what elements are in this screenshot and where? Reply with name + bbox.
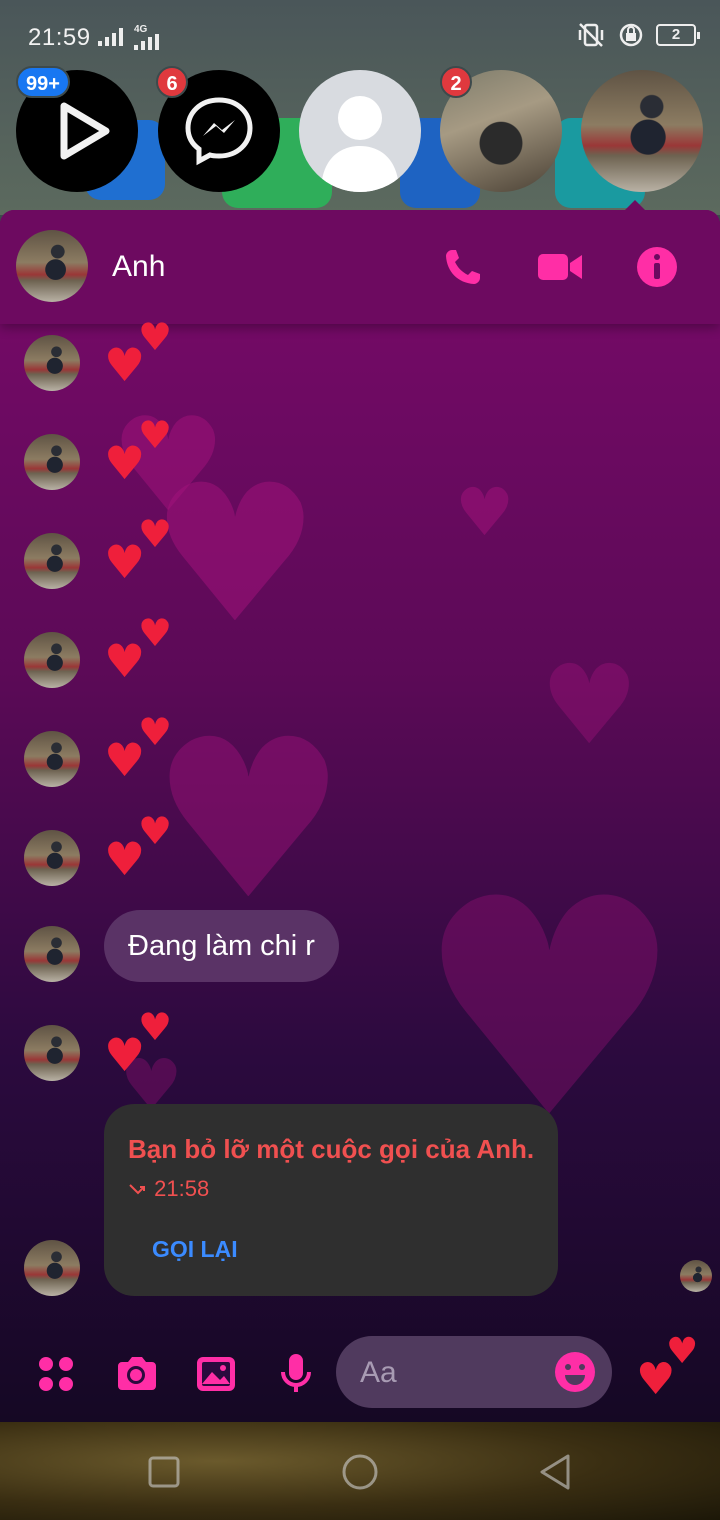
call-back-button[interactable]: GỌI LẠI — [152, 1236, 238, 1263]
sender-avatar[interactable] — [24, 731, 80, 787]
heart-icon: ♥ — [138, 413, 173, 457]
sender-avatar[interactable] — [24, 926, 80, 982]
default-avatar-icon — [321, 96, 399, 192]
sender-avatar[interactable] — [24, 335, 80, 391]
sender-avatar[interactable] — [24, 1025, 80, 1081]
heart-icon: ♥ — [138, 611, 173, 655]
sender-avatar[interactable] — [24, 830, 80, 886]
phone-icon[interactable] — [438, 242, 488, 292]
rotation-lock-icon — [619, 23, 643, 47]
heart-send-icon[interactable]: ♥ ♥ — [634, 1334, 704, 1410]
gallery-icon[interactable] — [194, 1352, 238, 1396]
heart-icon: ♥ — [138, 1005, 173, 1049]
missed-call-time: 21:58 — [128, 1176, 209, 1202]
heart-message[interactable]: ♥ ♥ — [104, 416, 184, 498]
sender-avatar[interactable] — [24, 632, 80, 688]
heart-icon: ♥ — [666, 1331, 699, 1372]
heart-message[interactable]: ♥ ♥ — [104, 1008, 184, 1090]
vibrate-icon — [578, 23, 604, 47]
contact-avatar[interactable] — [16, 230, 88, 302]
sender-avatar[interactable] — [24, 1240, 80, 1296]
chat-head-badge-1: 99+ — [16, 66, 70, 98]
signal-icon-2 — [134, 30, 159, 50]
navigation-bar — [0, 1422, 720, 1520]
heart-message[interactable]: ♥ ♥ — [104, 318, 184, 400]
heart-icon: ♥ — [138, 809, 173, 853]
missed-call-time-text: 21:58 — [154, 1176, 210, 1201]
sender-avatar[interactable] — [24, 434, 80, 490]
heart-icon: ♥ — [138, 315, 173, 359]
status-time: 21:59 — [28, 24, 91, 51]
camera-icon[interactable] — [114, 1352, 158, 1396]
video-call-icon[interactable] — [535, 242, 585, 292]
chat-window: ♥ ♥ ♥ ♥ ♥ ♥ ♥ Anh ♥ ♥ ♥ ♥ ♥ ♥ ♥ ♥ ♥ ♥ ♥ ♥ Đang… — [0, 210, 720, 1422]
missed-call-card: Bạn bỏ lỡ một cuộc gọi của Anh. 21:58 GỌ… — [104, 1104, 558, 1296]
heart-icon: ♥ — [138, 512, 173, 556]
message-input[interactable]: Aa — [336, 1336, 612, 1408]
back-icon[interactable] — [536, 1452, 576, 1492]
contact-head-blank[interactable] — [299, 70, 421, 192]
heart-message[interactable]: ♥ ♥ — [104, 614, 184, 696]
battery-icon: 2 — [656, 24, 700, 46]
read-receipt-avatar — [680, 1260, 712, 1292]
menu-dots-icon[interactable] — [34, 1352, 78, 1396]
composer-bar: Aa ♥ ♥ — [0, 1322, 720, 1422]
signal-icon — [98, 26, 123, 46]
info-icon[interactable] — [632, 242, 682, 292]
chat-header: Anh — [0, 210, 720, 324]
heart-icon: ♥ — [138, 710, 173, 754]
heart-message[interactable]: ♥ ♥ — [104, 515, 184, 597]
contact-name[interactable]: Anh — [112, 250, 165, 284]
background-heart: ♥ — [455, 474, 515, 551]
recent-apps-icon[interactable] — [144, 1452, 184, 1492]
missed-call-arrow-icon — [129, 1184, 145, 1195]
status-bar: 21:59 4G 2 — [0, 0, 720, 70]
heart-message[interactable]: ♥ ♥ — [104, 812, 184, 894]
microphone-icon[interactable] — [274, 1352, 318, 1396]
chat-head-badge-2: 6 — [156, 66, 188, 98]
home-icon[interactable] — [340, 1452, 380, 1492]
chat-head-badge-4: 2 — [440, 66, 472, 98]
background-heart: ♥ — [540, 641, 639, 769]
heart-message[interactable]: ♥ ♥ — [104, 713, 184, 795]
text-message[interactable]: Đang làm chi r — [104, 910, 339, 982]
emoji-icon[interactable] — [554, 1351, 596, 1393]
message-input-placeholder: Aa — [360, 1356, 397, 1389]
contact-head-anh[interactable] — [581, 70, 703, 192]
sender-avatar[interactable] — [24, 533, 80, 589]
missed-call-title: Bạn bỏ lỡ một cuộc gọi của Anh. — [128, 1134, 535, 1164]
